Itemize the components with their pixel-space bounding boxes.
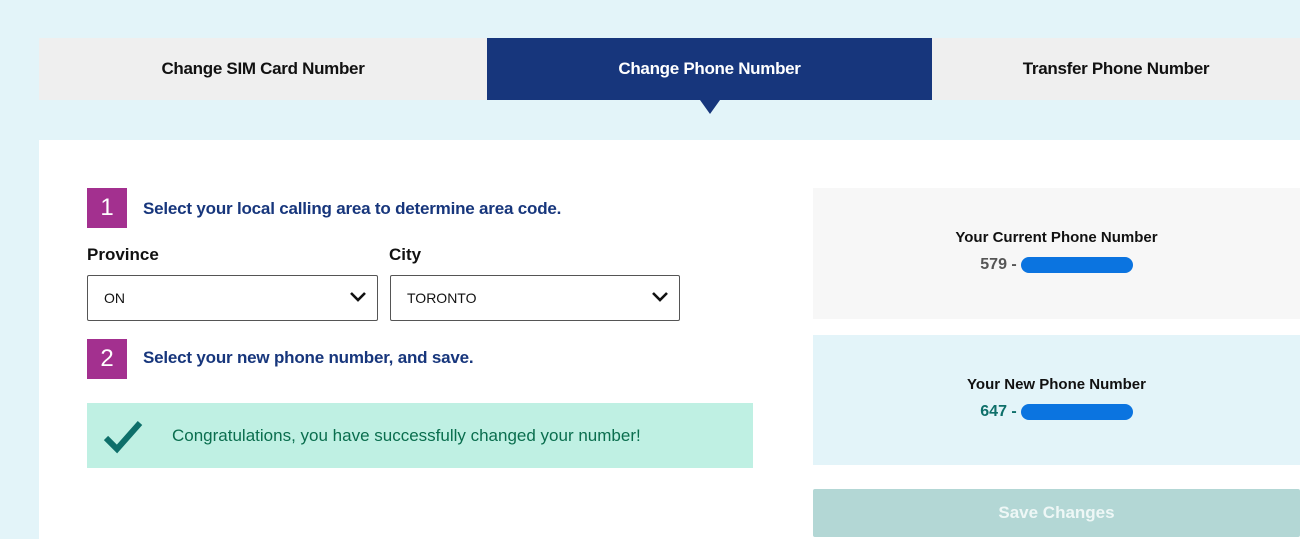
current-number-value: 579 -	[980, 256, 1133, 274]
new-number-title: Your New Phone Number	[967, 376, 1146, 393]
redaction-mark	[1020, 404, 1133, 420]
save-changes-button[interactable]: Save Changes	[813, 489, 1300, 537]
step-2-instruction: Select your new phone number, and save.	[143, 348, 474, 367]
tab-change-phone-number[interactable]: Change Phone Number	[487, 38, 932, 114]
tab-label: Transfer Phone Number	[1022, 59, 1210, 78]
new-number-card: Your New Phone Number 647 -	[813, 335, 1300, 465]
current-number-prefix: 579 -	[980, 256, 1017, 273]
active-tab-pointer	[699, 100, 720, 114]
new-number-prefix: 647 -	[980, 403, 1017, 420]
city-label: City	[389, 245, 422, 264]
current-number-title: Your Current Phone Number	[955, 229, 1158, 246]
province-value: ON	[104, 290, 125, 306]
chevron-down-icon	[652, 292, 668, 302]
content-panel: 1 Select your local calling area to dete…	[39, 140, 1300, 539]
tab-transfer-phone-number[interactable]: Transfer Phone Number	[932, 38, 1300, 100]
tab-label: Change Phone Number	[618, 59, 801, 78]
current-number-card: Your Current Phone Number 579 -	[813, 188, 1300, 319]
chevron-down-icon	[350, 292, 366, 302]
step-1-badge: 1	[87, 188, 127, 228]
province-label: Province	[87, 245, 159, 264]
step-1-instruction: Select your local calling area to determ…	[143, 199, 562, 218]
city-select[interactable]: TORONTO	[390, 275, 680, 321]
checkmark-icon	[103, 420, 143, 453]
city-value: TORONTO	[407, 290, 477, 306]
success-message: Congratulations, you have successfully c…	[172, 425, 641, 445]
tab-change-sim-card-number[interactable]: Change SIM Card Number	[39, 38, 487, 100]
step-2-badge: 2	[87, 339, 127, 379]
redaction-mark	[1020, 257, 1133, 273]
tab-bar: Change SIM Card Number Change Phone Numb…	[39, 38, 1300, 114]
tab-label: Change SIM Card Number	[161, 59, 365, 78]
new-number-value: 647 -	[980, 403, 1133, 421]
success-banner: Congratulations, you have successfully c…	[87, 403, 753, 468]
province-select[interactable]: ON	[87, 275, 378, 321]
